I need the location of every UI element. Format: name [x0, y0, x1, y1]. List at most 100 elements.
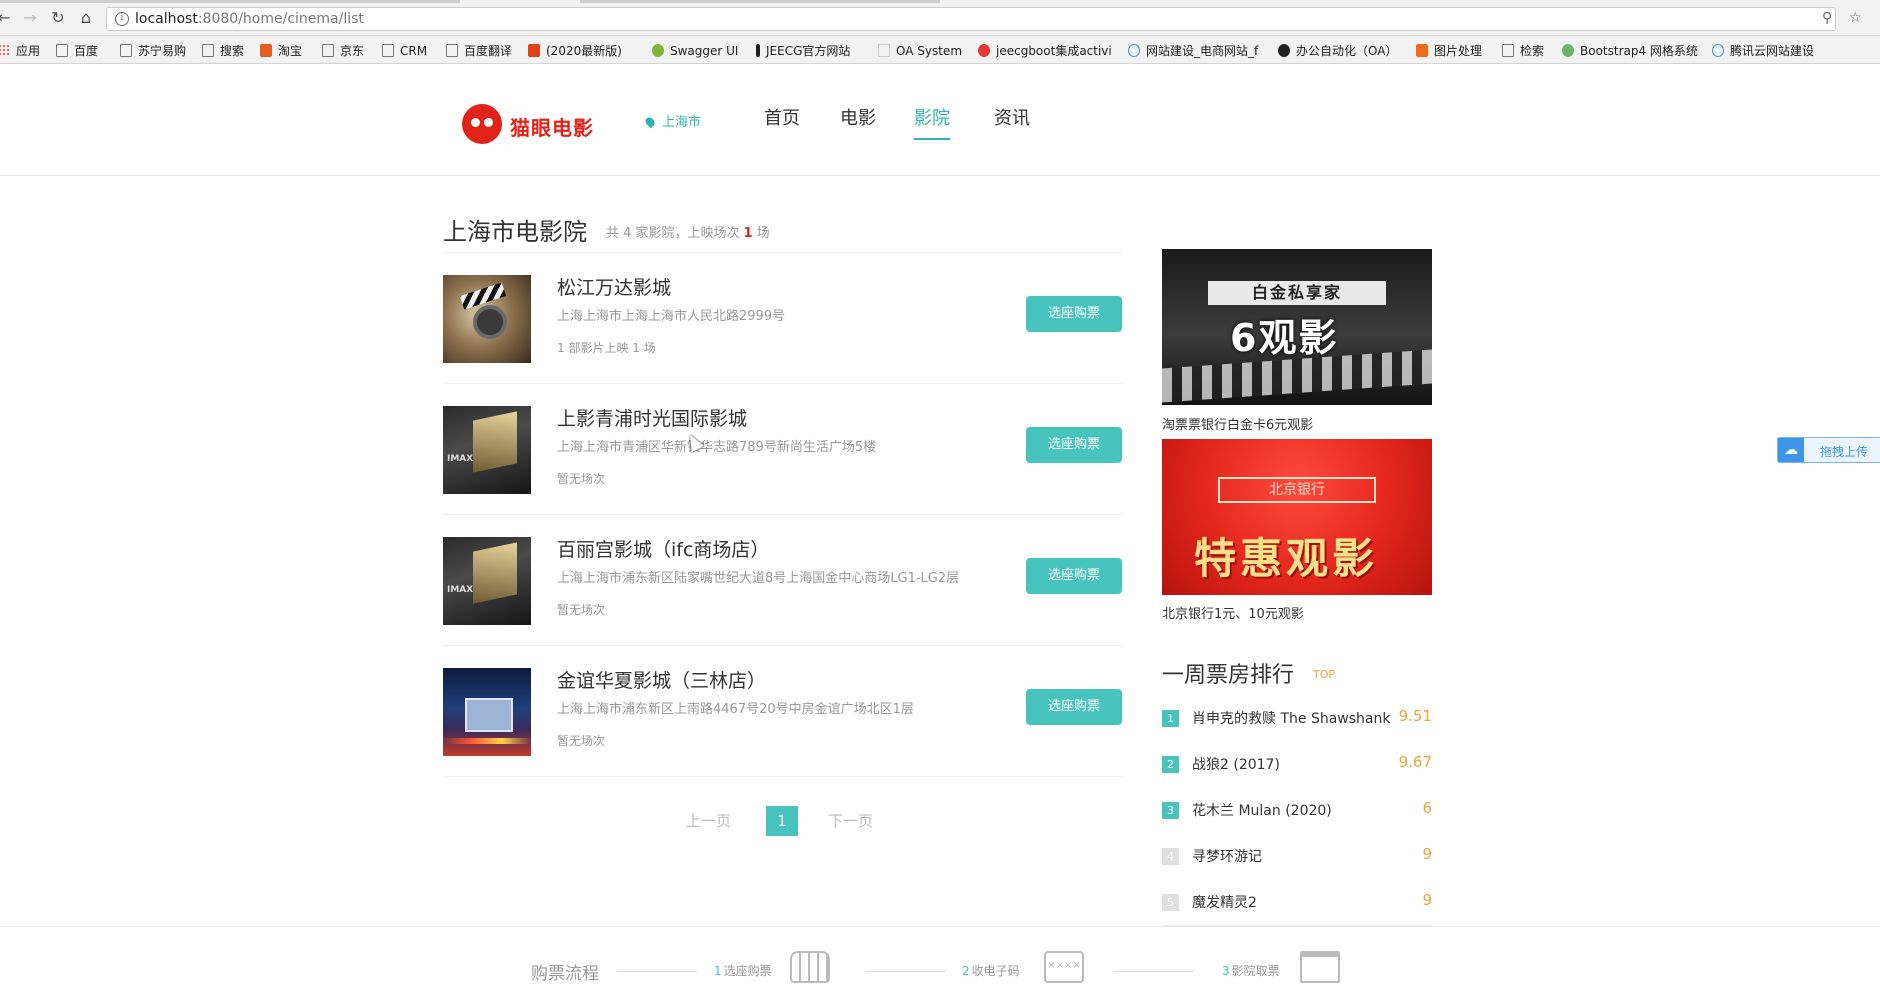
- flow-step-1: 1 选座购票: [714, 964, 772, 978]
- upload-label: 拖拽上传: [1820, 445, 1869, 459]
- url-text[interactable]: localhost:8080/home/cinema/list: [135, 11, 364, 27]
- rank-score: 9: [1422, 845, 1432, 863]
- reload-icon[interactable]: ↻: [48, 8, 68, 28]
- cinema-name[interactable]: 百丽宫影城（ifc商场店）: [557, 535, 769, 562]
- bookmark-baidu[interactable]: 百度: [56, 42, 98, 60]
- cinema-thumbnail[interactable]: [443, 668, 531, 756]
- page-icon: [120, 44, 132, 57]
- address-bar[interactable]: i localhost:8080/home/cinema/list: [106, 7, 1836, 31]
- cinema-name[interactable]: 松江万达影城: [557, 273, 671, 300]
- bookmark-crm[interactable]: CRM: [382, 42, 427, 60]
- bookmark-label: 京东: [340, 44, 365, 58]
- promo-ribbon: 白金私享家: [1208, 281, 1386, 305]
- bookmark-label: 腾讯云网站建设: [1730, 44, 1815, 58]
- promo-banner[interactable]: 北京银行 特惠观影: [1162, 439, 1432, 595]
- cinema-address: 上海上海市上海上海市人民北路2999号: [557, 309, 786, 324]
- bookmark-jeecg[interactable]: JEECG官方网站: [756, 42, 850, 60]
- bookmark-baidu-translate[interactable]: 百度翻译: [446, 42, 512, 60]
- site-info-icon[interactable]: i: [115, 12, 129, 26]
- bookmark-swagger[interactable]: Swagger UI: [652, 42, 738, 60]
- bookmark-star-icon[interactable]: ☆: [1849, 10, 1862, 26]
- cloud-upload-icon: ☁: [1778, 438, 1804, 462]
- ranking-top-tag: TOP: [1313, 668, 1336, 681]
- rank-number: 2: [1162, 756, 1179, 773]
- light-streak-graphic: [443, 738, 531, 744]
- search-bookmark-icon: [1502, 44, 1514, 57]
- cinema-shows: 1 部影片上映 1 场: [557, 341, 656, 355]
- bookmark-label: 图片处理: [1434, 44, 1483, 58]
- nav-home[interactable]: 首页: [764, 104, 800, 140]
- cat-logo-icon: [462, 104, 502, 144]
- imax-mark: IMAX: [447, 585, 474, 595]
- forward-arrow-icon[interactable]: →: [20, 8, 40, 28]
- cinema-address: 上海上海市青浦区华新镇华志路789号新尚生活广场5楼: [557, 440, 877, 455]
- g-icon: [978, 44, 990, 57]
- ranking-row[interactable]: 2 战狼2 (2017) 9.67: [1162, 752, 1432, 778]
- nav-cinemas[interactable]: 影院: [914, 104, 950, 140]
- bookmark-label: OA System: [896, 44, 963, 58]
- bookmark-label: (2020最新版): [546, 44, 622, 58]
- cinema-row: 松江万达影城 上海上海市上海上海市人民北路2999号 1 部影片上映 1 场 选…: [443, 253, 1123, 384]
- back-arrow-icon[interactable]: ←: [0, 8, 14, 28]
- buy-ticket-button[interactable]: 选座购票: [1026, 296, 1122, 332]
- bookmark-bootstrap[interactable]: Bootstrap4 网格系统: [1562, 42, 1698, 60]
- cinema-row: IMAX 百丽宫影城（ifc商场店） 上海上海市浦东新区陆家嘴世纪大道8号上海国…: [443, 515, 1123, 646]
- site-header: 猫眼电影 上海市 首页 电影 影院 资讯: [0, 64, 1880, 176]
- buy-ticket-button[interactable]: 选座购票: [1026, 558, 1122, 594]
- bookmark-label: 百度: [74, 44, 99, 58]
- bookmark-search[interactable]: 搜索: [202, 42, 244, 60]
- bookmark-website-build[interactable]: 网站建设_电商网站_f: [1128, 42, 1258, 60]
- ranking-row[interactable]: 3 花木兰 Mulan (2020) 6: [1162, 798, 1432, 824]
- buy-ticket-button[interactable]: 选座购票: [1026, 427, 1122, 463]
- flow-connector: [866, 971, 946, 972]
- bookmark-tencent-cloud[interactable]: 腾讯云网站建设: [1712, 42, 1814, 60]
- key-icon[interactable]: ⚲: [1822, 10, 1832, 26]
- bookmark-jeecgboot[interactable]: jeecgboot集成activi: [978, 42, 1112, 60]
- nav-news[interactable]: 资讯: [994, 104, 1030, 140]
- cinema-name[interactable]: 上影青浦时光国际影城: [557, 404, 747, 431]
- promo-caption[interactable]: 北京银行1元、10元观影: [1162, 603, 1304, 622]
- bookmark-jd[interactable]: 京东: [322, 42, 364, 60]
- rank-movie: 战狼2 (2017): [1192, 757, 1280, 773]
- prev-page[interactable]: 上一页: [686, 806, 731, 836]
- rank-number: 4: [1162, 848, 1179, 865]
- bookmark-apps[interactable]: 应用: [0, 42, 40, 60]
- page-1[interactable]: 1: [766, 806, 798, 836]
- drag-upload-widget[interactable]: ☁ 拖拽上传: [1777, 437, 1880, 463]
- promo-caption[interactable]: 淘票票银行白金卡6元观影: [1162, 414, 1313, 433]
- bookmark-taobao[interactable]: 淘宝: [260, 42, 302, 60]
- buy-ticket-button[interactable]: 选座购票: [1026, 689, 1122, 725]
- page-icon: [202, 44, 214, 57]
- url-path: :8080/home/cinema/list: [197, 11, 364, 27]
- cinema-row: IMAX 上影青浦时光国际影城 上海上海市青浦区华新镇华志路789号新尚生活广场…: [443, 384, 1123, 515]
- rank-number: 1: [1162, 710, 1179, 727]
- bookmark-suning[interactable]: 苏宁易购: [120, 42, 186, 60]
- ranking-row[interactable]: 4 寻梦环游记 9: [1162, 844, 1432, 870]
- bookmark-oa[interactable]: 办公自动化（OA）: [1278, 42, 1397, 60]
- cinema-thumbnail[interactable]: [443, 275, 531, 363]
- home-icon[interactable]: ⌂: [76, 8, 96, 28]
- c-badge-icon: [528, 44, 540, 57]
- bookmark-image-process[interactable]: 图片处理: [1416, 42, 1482, 60]
- bookmark-retrieve[interactable]: 检索: [1502, 42, 1544, 60]
- cloud-icon: [1128, 44, 1140, 57]
- cinema-shows: 暂无场次: [557, 734, 606, 748]
- cinema-stats: 共 4 家影院，上映场次 1 场: [606, 222, 770, 241]
- cinema-name[interactable]: 金谊华夏影城（三林店）: [557, 666, 766, 693]
- bookmark-label: 淘宝: [278, 44, 303, 58]
- ranking-row[interactable]: 5 魔发精灵2 9: [1162, 890, 1432, 916]
- ranking-row[interactable]: 1 肖申克的救赎 The Shawshank... 9.51: [1162, 706, 1432, 732]
- swagger-icon: [652, 44, 664, 57]
- page-title: 上海市电影院: [443, 218, 587, 246]
- bookmark-2020[interactable]: (2020最新版): [528, 42, 622, 60]
- cinema-thumbnail[interactable]: IMAX: [443, 406, 531, 494]
- zhihu-icon: [260, 44, 272, 57]
- promo-banner[interactable]: 白金私享家 6观影: [1162, 249, 1432, 405]
- cinema-thumbnail[interactable]: IMAX: [443, 537, 531, 625]
- city-selector[interactable]: 上海市: [643, 111, 701, 130]
- promo-ribbon: 北京银行: [1218, 477, 1376, 503]
- bookmark-oa-system[interactable]: OA System: [878, 42, 962, 60]
- next-page[interactable]: 下一页: [828, 806, 873, 836]
- nav-movies[interactable]: 电影: [840, 104, 876, 140]
- rank-movie: 肖申克的救赎 The Shawshank...: [1192, 711, 1392, 727]
